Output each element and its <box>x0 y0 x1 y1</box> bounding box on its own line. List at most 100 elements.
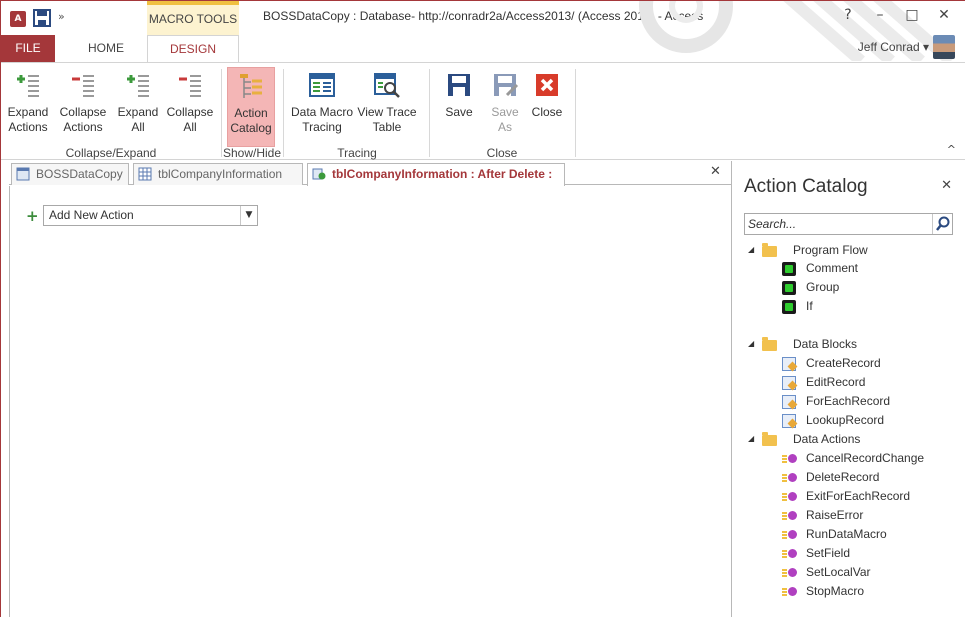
tree-item-label: CancelRecordChange <box>806 451 925 465</box>
tab-home[interactable]: HOME <box>81 35 131 63</box>
ribbon: Expand Actions Collapse Actions Expand A… <box>1 62 965 160</box>
expander-icon[interactable]: ◢ <box>748 430 754 448</box>
tree-item-label: Comment <box>806 261 859 275</box>
group-separator <box>429 69 430 157</box>
tree-item-setfield[interactable]: SetField <box>778 544 850 563</box>
tree-item-comment[interactable]: Comment <box>778 259 858 278</box>
close-button[interactable]: Close <box>525 67 569 147</box>
maximize-icon[interactable]: □ <box>896 7 928 23</box>
tree-group-program-flow[interactable]: ◢ Program Flow <box>748 241 948 259</box>
folder-icon <box>762 432 777 446</box>
help-icon[interactable]: ? <box>832 7 864 23</box>
data-block-icon <box>782 357 796 371</box>
expand-all-button[interactable]: Expand All <box>113 67 163 147</box>
tree-item-group[interactable]: Group <box>778 278 839 297</box>
expander-icon[interactable]: ◢ <box>748 335 754 353</box>
quick-save-icon[interactable] <box>33 9 51 27</box>
view-trace-table-icon <box>374 73 400 98</box>
data-action-icon <box>782 452 797 466</box>
close-window-icon[interactable]: ✕ <box>928 7 960 23</box>
search-button[interactable] <box>932 214 952 234</box>
tree-item-label: SetField <box>806 546 851 560</box>
group-label-show-hide: Show/Hide <box>223 146 282 160</box>
search-icon <box>936 216 950 231</box>
save-button[interactable]: Save <box>437 67 481 147</box>
tree-item-stopmacro[interactable]: StopMacro <box>778 582 864 601</box>
tab-design[interactable]: DESIGN <box>147 35 239 64</box>
tree-item-lookuprecord[interactable]: LookupRecord <box>778 411 884 430</box>
data-action-icon <box>782 509 797 523</box>
expand-actions-button[interactable]: Expand Actions <box>3 67 53 147</box>
tree-group-label: Data Blocks <box>793 337 858 351</box>
collapse-actions-label-2: Actions <box>63 120 103 134</box>
close-document-icon[interactable]: ✕ <box>710 164 721 179</box>
tree-item-label: ForEachRecord <box>806 394 891 408</box>
program-flow-icon <box>782 300 796 314</box>
group-label-close: Close <box>486 146 518 160</box>
data-macro-tracing-icon <box>309 73 335 97</box>
customize-qat-icon[interactable]: » <box>58 10 65 23</box>
save-as-button[interactable]: Save As <box>483 67 527 147</box>
macro-tools-context-tab: MACRO TOOLS <box>147 1 239 35</box>
action-catalog-button[interactable]: Action Catalog <box>227 67 275 147</box>
doc-tab-label: BOSSDataCopy <box>36 167 123 181</box>
access-app-icon[interactable]: A <box>10 11 26 27</box>
minimize-icon[interactable]: – <box>864 7 896 23</box>
tree-item-foreachrecord[interactable]: ForEachRecord <box>778 392 890 411</box>
tree-group-label: Data Actions <box>793 432 861 446</box>
tree-item-label: DeleteRecord <box>806 470 880 484</box>
tree-item-if[interactable]: If <box>778 297 813 316</box>
doc-tab-bossdatacopy[interactable]: BOSSDataCopy <box>11 163 129 185</box>
collapse-all-label: Collapse <box>166 105 214 119</box>
tree-group-data-actions[interactable]: ◢ Data Actions <box>748 430 948 448</box>
data-action-icon <box>782 566 797 580</box>
table-icon <box>138 167 152 181</box>
data-action-icon <box>782 547 797 561</box>
program-flow-icon <box>782 262 796 276</box>
tree-group-data-blocks[interactable]: ◢ Data Blocks <box>748 335 948 353</box>
tree-item-raiseerror[interactable]: RaiseError <box>778 506 863 525</box>
database-icon <box>16 167 30 181</box>
expand-actions-label-2: Actions <box>8 120 48 134</box>
document-tabs: BOSSDataCopy tblCompanyInformation tblCo… <box>9 161 731 186</box>
tree-item-setlocalvar[interactable]: SetLocalVar <box>778 563 870 582</box>
doc-tab-tblcompanyinformation[interactable]: tblCompanyInformation <box>133 163 303 185</box>
macro-editor: + Add New Action ▼ <box>9 186 731 617</box>
tree-item-label: StopMacro <box>806 584 865 598</box>
close-catalog-icon[interactable]: ✕ <box>941 178 952 193</box>
title-bar: A » MACRO TOOLS BOSSDataCopy : Database-… <box>1 1 965 61</box>
tree-item-label: LookupRecord <box>806 413 885 427</box>
collapse-actions-button[interactable]: Collapse Actions <box>55 67 111 147</box>
collapse-actions-icon <box>72 75 94 97</box>
group-separator <box>575 69 576 157</box>
tree-item-createrecord[interactable]: CreateRecord <box>778 354 881 373</box>
save-as-label-2: As <box>497 120 512 134</box>
doc-tab-label: tblCompanyInformation <box>158 167 283 181</box>
data-macro-tracing-button[interactable]: Data Macro Tracing <box>291 67 353 147</box>
save-as-label: Save <box>491 105 519 119</box>
expander-icon[interactable]: ◢ <box>748 241 754 259</box>
group-separator <box>283 69 284 157</box>
tree-item-deleterecord[interactable]: DeleteRecord <box>778 468 879 487</box>
folder-icon <box>762 337 777 351</box>
tree-item-exitforeachrecord[interactable]: ExitForEachRecord <box>778 487 910 506</box>
view-trace-table-label-2: Table <box>372 120 402 134</box>
tree-item-label: Group <box>806 280 840 294</box>
tree-item-cancelrecordchange[interactable]: CancelRecordChange <box>778 449 924 468</box>
tree-item-label: ExitForEachRecord <box>806 489 911 503</box>
collapse-ribbon-icon[interactable]: ^ <box>947 143 956 156</box>
add-new-action-value: Add New Action <box>49 208 134 222</box>
expand-all-label: Expand <box>117 105 159 119</box>
data-macro-tracing-label: Data Macro <box>291 105 354 119</box>
tree-item-rundatamacro[interactable]: RunDataMacro <box>778 525 887 544</box>
collapse-all-button[interactable]: Collapse All <box>165 67 215 147</box>
action-catalog-title: Action Catalog <box>744 176 868 197</box>
add-new-action-dropdown[interactable]: Add New Action ▼ <box>43 205 258 226</box>
tab-file[interactable]: FILE <box>1 35 55 63</box>
view-trace-table-button[interactable]: View Trace Table <box>355 67 419 147</box>
tree-item-editrecord[interactable]: EditRecord <box>778 373 865 392</box>
chevron-down-icon[interactable]: ▼ <box>240 206 257 225</box>
doc-tab-after-delete[interactable]: tblCompanyInformation : After Delete : <box>307 163 565 186</box>
catalog-search-input[interactable]: Search... <box>744 213 953 235</box>
data-macro-tracing-label-2: Tracing <box>302 120 342 134</box>
